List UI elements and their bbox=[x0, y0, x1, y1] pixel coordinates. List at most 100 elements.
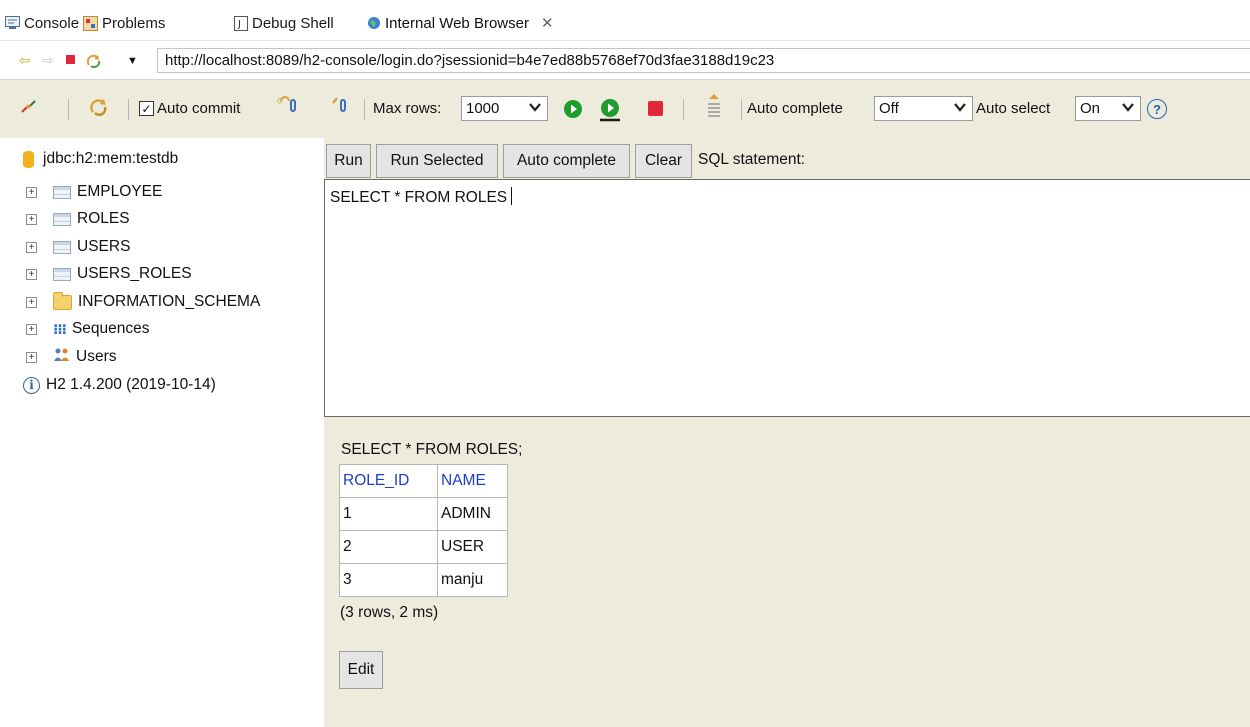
table-cell: ADMIN bbox=[437, 497, 508, 531]
column-header[interactable]: ROLE_ID bbox=[339, 464, 438, 498]
edit-button[interactable]: Edit bbox=[339, 651, 383, 689]
table-icon bbox=[53, 212, 71, 226]
tree-item-label: Sequences bbox=[71, 320, 150, 337]
refresh-tree-icon[interactable] bbox=[89, 97, 109, 117]
expand-icon[interactable]: + bbox=[26, 214, 37, 225]
auto-commit-label: Auto commit bbox=[157, 100, 241, 117]
table-icon bbox=[53, 267, 71, 281]
tree-item-schema[interactable]: INFORMATION_SCHEMA bbox=[53, 291, 260, 313]
h2-toolbar: ✓ Auto commit ⁰ Max rows: 1000 Auto comp… bbox=[0, 80, 1250, 138]
auto-complete-select[interactable]: Off bbox=[874, 96, 973, 121]
tree-item-table[interactable]: USERS bbox=[53, 236, 130, 258]
expand-icon[interactable]: + bbox=[26, 324, 37, 335]
chevron-down-icon bbox=[528, 100, 542, 117]
text-caret bbox=[511, 187, 513, 205]
max-rows-value: 1000 bbox=[466, 100, 500, 117]
auto-complete-button[interactable]: Auto complete bbox=[503, 144, 630, 178]
expand-icon[interactable]: + bbox=[26, 352, 37, 363]
tree-item-users[interactable]: Users bbox=[53, 346, 116, 368]
debug-shell-icon: J bbox=[233, 15, 248, 31]
run-icon[interactable] bbox=[563, 99, 583, 119]
expand-icon[interactable]: + bbox=[26, 269, 37, 280]
result-summary: (3 rows, 2 ms) bbox=[340, 604, 439, 621]
close-icon[interactable]: ✕ bbox=[541, 14, 554, 32]
auto-complete-value: Off bbox=[879, 100, 899, 117]
auto-complete-label: Auto complete bbox=[747, 100, 843, 117]
tree-item-label: ROLES bbox=[77, 210, 130, 227]
tree-item-table[interactable]: USERS_ROLES bbox=[53, 263, 192, 285]
run-selected-button[interactable]: Run Selected bbox=[376, 144, 498, 178]
chevron-down-icon bbox=[953, 100, 967, 117]
tree-item-sequences[interactable]: ⁝⁝⁝ Sequences bbox=[53, 318, 150, 340]
problems-icon bbox=[83, 15, 98, 31]
table-row: 1 ADMIN bbox=[339, 497, 508, 531]
table-header-row: ROLE_ID NAME bbox=[339, 464, 508, 498]
tree-item-table[interactable]: EMPLOYEE bbox=[53, 181, 162, 203]
commit-icon-graphic bbox=[279, 94, 299, 114]
run-button[interactable]: Run bbox=[326, 144, 371, 178]
svg-text:J: J bbox=[237, 19, 241, 30]
help-icon[interactable]: ? bbox=[1147, 99, 1167, 119]
max-rows-label: Max rows: bbox=[373, 100, 442, 117]
toolbar-separator bbox=[741, 99, 742, 120]
tab-console-label: Console bbox=[24, 14, 80, 32]
auto-commit-toggle[interactable]: ✓ Auto commit bbox=[139, 100, 240, 117]
tab-console[interactable]: Console bbox=[5, 13, 79, 33]
expand-icon[interactable]: + bbox=[26, 187, 37, 198]
tree-connection[interactable]: jdbc:h2:mem:testdb bbox=[23, 148, 178, 170]
sql-editor-text: SELECT * FROM ROLES bbox=[330, 189, 508, 206]
view-tab-bar: Console Problems J Debug Shell Internal … bbox=[0, 0, 1250, 41]
column-header[interactable]: NAME bbox=[437, 464, 508, 498]
tree-item-table[interactable]: ROLES bbox=[53, 208, 130, 230]
sequences-icon: ⁝⁝⁝ bbox=[53, 320, 67, 337]
back-arrow-icon[interactable]: ⇦ bbox=[19, 53, 31, 67]
run-selected-icon[interactable] bbox=[598, 98, 624, 122]
chevron-down-icon[interactable]: ▼ bbox=[127, 54, 138, 68]
tree-item-label: EMPLOYEE bbox=[77, 183, 163, 200]
toolbar-separator bbox=[683, 99, 684, 120]
clear-button[interactable]: Clear bbox=[635, 144, 692, 178]
history-icon[interactable] bbox=[706, 93, 722, 119]
database-icon bbox=[23, 150, 34, 168]
table-cell: 2 bbox=[339, 530, 438, 564]
tree-version-label: H2 1.4.200 (2019-10-14) bbox=[46, 376, 216, 393]
table-row: 2 USER bbox=[339, 530, 508, 564]
url-input[interactable]: http://localhost:8089/h2-console/login.d… bbox=[157, 48, 1250, 73]
tab-debug-shell[interactable]: J Debug Shell bbox=[233, 13, 334, 33]
tree-version: i H2 1.4.200 (2019-10-14) bbox=[23, 374, 216, 396]
forward-arrow-icon[interactable]: ⇨ bbox=[42, 53, 54, 67]
table-icon bbox=[53, 240, 71, 254]
result-query: SELECT * FROM ROLES; bbox=[341, 441, 523, 458]
info-icon: i bbox=[23, 376, 40, 394]
schema-tree bbox=[0, 138, 324, 727]
tree-item-label: USERS_ROLES bbox=[77, 265, 192, 282]
tree-item-label: USERS bbox=[77, 238, 131, 255]
folder-icon bbox=[53, 291, 72, 310]
disconnect-icon[interactable] bbox=[20, 98, 38, 116]
table-cell: manju bbox=[437, 563, 508, 597]
tab-internal-web-browser-label: Internal Web Browser bbox=[385, 14, 529, 32]
sql-editor[interactable]: SELECT * FROM ROLES bbox=[324, 179, 1250, 417]
address-bar: ⇦ ⇨ ▼ http://localhost:8089/h2-console/l… bbox=[0, 41, 1250, 80]
table-row: 3 manju bbox=[339, 563, 508, 597]
auto-commit-checkbox[interactable]: ✓ bbox=[139, 101, 154, 116]
max-rows-select[interactable]: 1000 bbox=[461, 96, 548, 121]
toolbar-separator bbox=[364, 99, 365, 120]
cancel-icon[interactable] bbox=[648, 101, 663, 116]
tree-connection-label: jdbc:h2:mem:testdb bbox=[43, 150, 179, 167]
auto-select-label: Auto select bbox=[976, 100, 1051, 117]
tab-problems-label: Problems bbox=[102, 14, 166, 32]
refresh-icon[interactable] bbox=[86, 53, 102, 71]
expand-icon[interactable]: + bbox=[26, 242, 37, 253]
auto-select-select[interactable]: On bbox=[1075, 96, 1141, 121]
chevron-down-icon bbox=[1121, 100, 1135, 117]
table-cell: 1 bbox=[339, 497, 438, 531]
rollback-icon[interactable] bbox=[330, 94, 350, 114]
tab-problems[interactable]: Problems bbox=[83, 13, 165, 33]
stop-icon[interactable] bbox=[66, 55, 75, 64]
tab-internal-web-browser[interactable]: Internal Web Browser ✕ bbox=[366, 13, 554, 33]
table-cell: 3 bbox=[339, 563, 438, 597]
toolbar-separator bbox=[128, 99, 129, 120]
tab-debug-shell-label: Debug Shell bbox=[252, 14, 334, 32]
expand-icon[interactable]: + bbox=[26, 297, 37, 308]
